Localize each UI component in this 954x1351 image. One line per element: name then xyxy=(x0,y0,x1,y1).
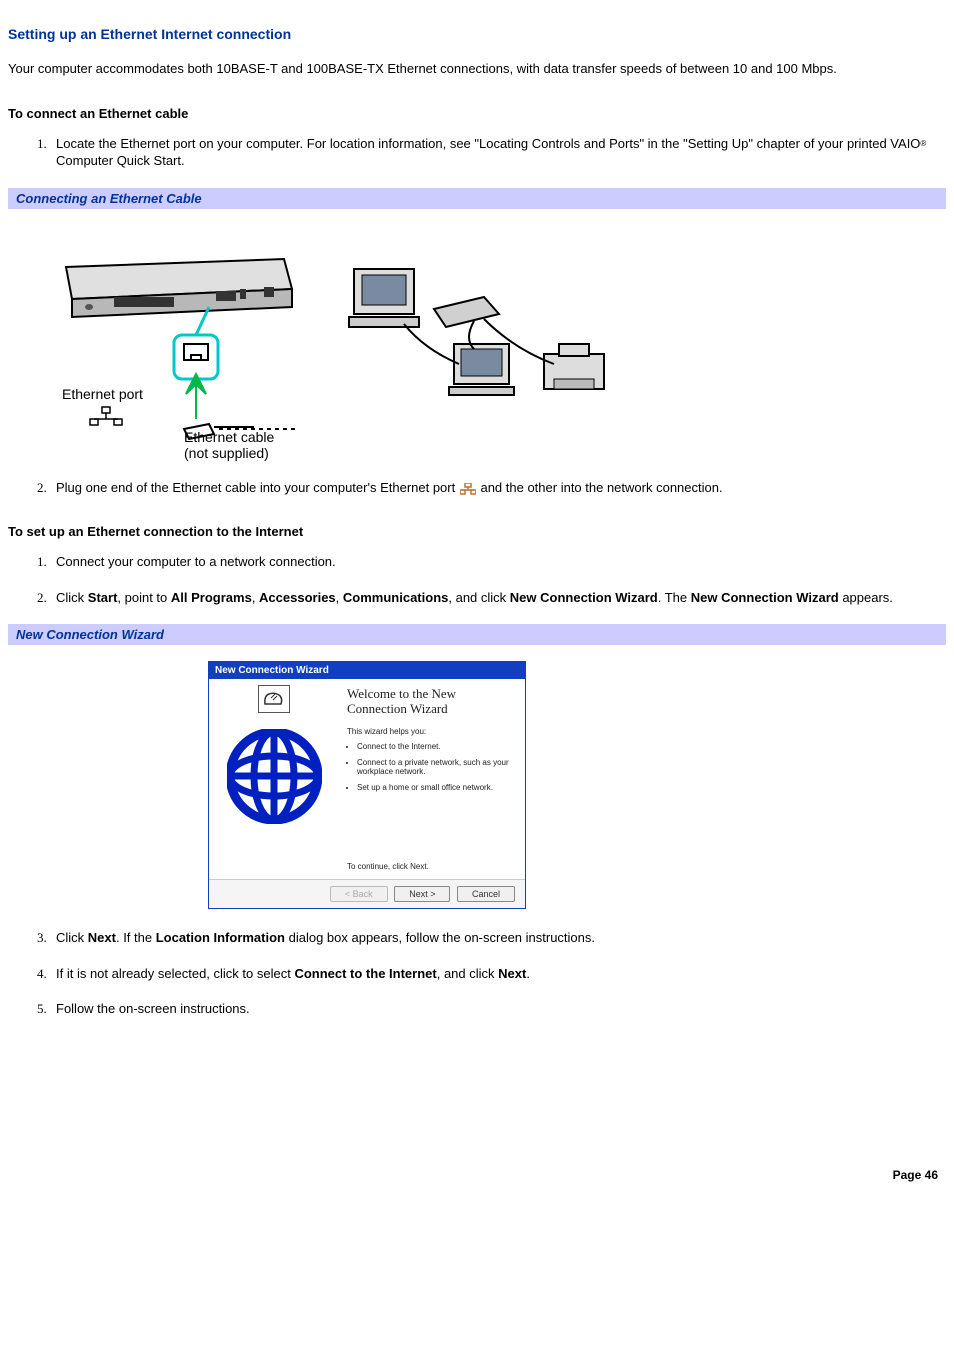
figure-title-wizard: New Connection Wizard xyxy=(8,624,946,645)
step-text: Click xyxy=(56,930,88,945)
ui-term: All Programs xyxy=(171,590,252,605)
section-connect-cable-heading: To connect an Ethernet cable xyxy=(8,106,946,121)
step-text: Locate the Ethernet port on your compute… xyxy=(56,136,920,151)
section-setup-heading: To set up an Ethernet connection to the … xyxy=(8,524,946,539)
step-text: dialog box appears, follow the on-screen… xyxy=(285,930,595,945)
figure-title-ethernet: Connecting an Ethernet Cable xyxy=(8,188,946,209)
ui-term: Location Information xyxy=(156,930,285,945)
wizard-bullet: Connect to the Internet. xyxy=(357,742,515,752)
wizard-helps-text: This wizard helps you: xyxy=(347,727,515,736)
ui-term: New Connection Wizard xyxy=(691,590,839,605)
ui-term: Next xyxy=(498,966,526,981)
figure-wizard: New Connection Wizard Welcome to xyxy=(8,645,946,929)
ui-term: Accessories xyxy=(259,590,336,605)
ui-term: Next xyxy=(88,930,116,945)
list-item: Connect your computer to a network conne… xyxy=(50,553,946,571)
step-text: . If the xyxy=(116,930,156,945)
list-item: If it is not already selected, click to … xyxy=(50,965,946,983)
wizard-content: Welcome to the New Connection Wizard Thi… xyxy=(339,679,525,879)
wizard-welcome-text: Welcome to the New Connection Wizard xyxy=(347,687,515,717)
ui-term: Start xyxy=(88,590,118,605)
step-text: . xyxy=(526,966,530,981)
step-text: , xyxy=(252,590,259,605)
cancel-button[interactable]: Cancel xyxy=(457,886,515,902)
back-button[interactable]: < Back xyxy=(330,886,388,902)
step-text: and the other into the network connectio… xyxy=(480,480,722,495)
step-text: Computer Quick Start. xyxy=(56,153,185,168)
registered-mark: ® xyxy=(920,139,926,148)
page-number: Page 46 xyxy=(8,1168,946,1182)
step-text: Click xyxy=(56,590,88,605)
ui-term: Connect to the Internet xyxy=(294,966,436,981)
list-item: Plug one end of the Ethernet cable into … xyxy=(50,479,946,497)
step-text: If it is not already selected, click to … xyxy=(56,966,294,981)
wizard-side-panel xyxy=(209,679,339,879)
wizard-bullet: Set up a home or small office network. xyxy=(357,783,515,793)
svg-text:Ethernet port: Ethernet port xyxy=(62,386,143,402)
next-button[interactable]: Next > xyxy=(394,886,450,902)
wizard-bullet-list: Connect to the Internet. Connect to a pr… xyxy=(347,742,515,798)
step-text: . The xyxy=(658,590,691,605)
wizard-button-row: < Back Next > Cancel xyxy=(209,879,525,908)
wizard-titlebar: New Connection Wizard xyxy=(209,662,525,679)
ethernet-diagram: Ethernet port Ethernet cable (not suppli… xyxy=(54,229,314,459)
list-item: Locate the Ethernet port on your compute… xyxy=(50,135,946,170)
wizard-bullet: Connect to a private network, such as yo… xyxy=(357,758,515,777)
ui-term: Communications xyxy=(343,590,448,605)
step-text: appears. xyxy=(839,590,893,605)
ui-term: New Connection Wizard xyxy=(510,590,658,605)
list-item: Click Next. If the Location Information … xyxy=(50,929,946,947)
network-diagram xyxy=(344,259,624,419)
wizard-hand-icon xyxy=(258,685,290,713)
intro-paragraph: Your computer accommodates both 10BASE-T… xyxy=(8,60,946,78)
step-text: Plug one end of the Ethernet cable into … xyxy=(56,480,459,495)
label-not-supplied: (not supplied) xyxy=(184,445,274,461)
globe-icon xyxy=(227,729,322,824)
list-item: Click Start, point to All Programs, Acce… xyxy=(50,589,946,607)
page-title: Setting up an Ethernet Internet connecti… xyxy=(8,26,946,42)
wizard-window: New Connection Wizard Welcome to xyxy=(208,661,526,909)
step-text: , point to xyxy=(117,590,170,605)
ethernet-port-icon xyxy=(460,482,476,494)
step-text: , and click xyxy=(437,966,498,981)
step-text: , and click xyxy=(448,590,509,605)
label-ethernet-cable: Ethernet cable xyxy=(184,429,274,445)
figure-ethernet-cable: Ethernet port Ethernet cable (not suppli… xyxy=(8,209,946,479)
step-text: , xyxy=(336,590,343,605)
wizard-continue-text: To continue, click Next. xyxy=(347,834,515,871)
list-item: Follow the on-screen instructions. xyxy=(50,1000,946,1018)
